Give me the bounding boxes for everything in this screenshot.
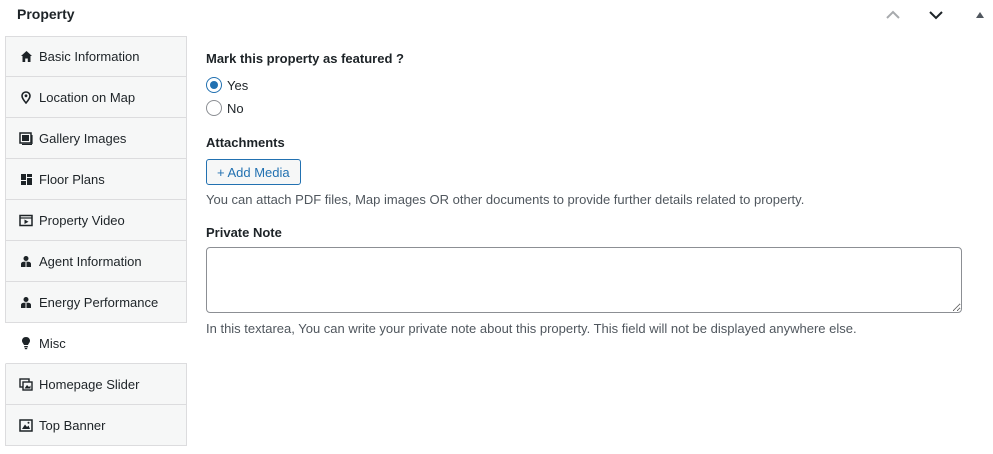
attachments-help: You can attach PDF files, Map images OR … (206, 192, 805, 207)
metabox-header: Property (0, 0, 993, 30)
tab-label: Gallery Images (39, 130, 127, 146)
tab-location-on-map[interactable]: Location on Map (5, 77, 186, 118)
tab-gallery-images[interactable]: Gallery Images (5, 118, 186, 159)
home-icon (19, 50, 33, 64)
triangle-up-icon (976, 12, 984, 18)
featured-option-yes[interactable]: Yes (206, 77, 248, 93)
tab-label: Energy Performance (39, 294, 159, 310)
tab-energy-performance[interactable]: Energy Performance (5, 282, 186, 323)
radio-yes[interactable] (206, 77, 222, 93)
move-up-button[interactable] (881, 4, 905, 26)
video-icon (19, 213, 33, 227)
tab-label: Homepage Slider (39, 376, 140, 392)
featured-option-no[interactable]: No (206, 100, 244, 116)
tab-basic-information[interactable]: Basic Information (5, 36, 186, 77)
slider-icon (19, 377, 33, 391)
move-down-button[interactable] (924, 4, 948, 26)
gallery-icon (19, 131, 33, 145)
private-note-help: In this textarea, You can write your pri… (206, 321, 857, 336)
tab-misc[interactable]: Misc (5, 323, 187, 364)
tab-floor-plans[interactable]: Floor Plans (5, 159, 186, 200)
toggle-panel-button[interactable] (968, 4, 992, 26)
location-pin-icon (19, 90, 33, 104)
metabox-title: Property (17, 6, 75, 22)
private-note-textarea[interactable] (206, 247, 962, 313)
banner-image-icon (19, 418, 33, 432)
tab-homepage-slider[interactable]: Homepage Slider (5, 364, 186, 405)
tab-label: Top Banner (39, 417, 106, 433)
radio-no[interactable] (206, 100, 222, 116)
chevron-down-icon (929, 11, 943, 20)
energy-icon (19, 295, 33, 309)
tab-label: Basic Information (39, 49, 140, 64)
tab-label: Agent Information (39, 253, 142, 269)
attachments-label: Attachments (206, 135, 285, 150)
tab-label: Misc (39, 335, 66, 351)
tab-agent-information[interactable]: Agent Information (5, 241, 186, 282)
private-note-label: Private Note (206, 225, 282, 240)
tab-list: Basic Information Location on Map Galler… (5, 36, 187, 446)
agent-icon (19, 254, 33, 268)
radio-yes-label: Yes (227, 77, 249, 93)
tab-label: Location on Map (39, 89, 136, 105)
featured-label: Mark this property as featured ? (206, 51, 404, 66)
radio-no-label: No (227, 100, 244, 116)
chevron-up-icon (886, 10, 900, 19)
tab-property-video[interactable]: Property Video (5, 200, 186, 241)
tab-label: Property Video (39, 212, 125, 228)
floor-plan-icon (19, 172, 33, 186)
lightbulb-icon (19, 336, 33, 350)
tab-top-banner[interactable]: Top Banner (5, 405, 186, 446)
tab-label: Floor Plans (39, 171, 105, 187)
add-media-button[interactable]: + Add Media (206, 159, 301, 185)
